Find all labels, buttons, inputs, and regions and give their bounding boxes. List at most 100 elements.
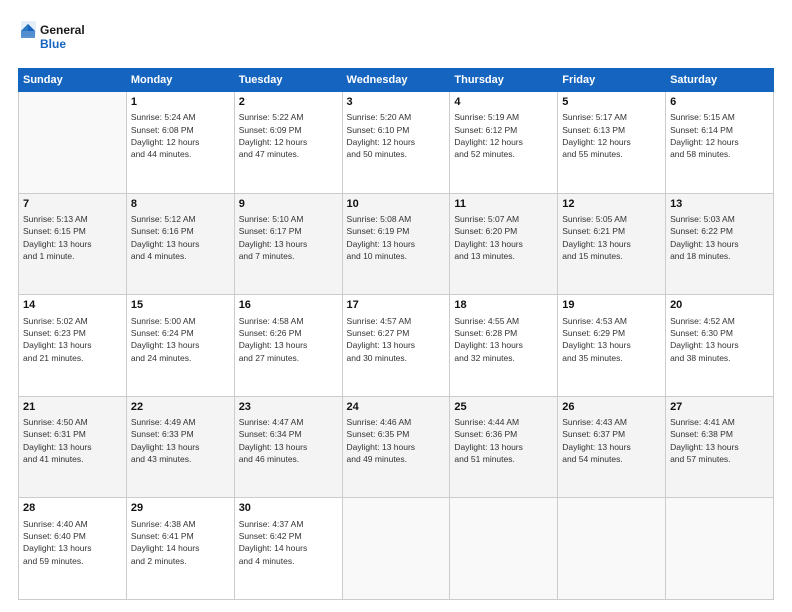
day-number: 10 bbox=[347, 197, 446, 212]
calendar-day-cell: 19Sunrise: 4:53 AM Sunset: 6:29 PM Dayli… bbox=[558, 295, 666, 397]
day-info: Sunrise: 5:07 AM Sunset: 6:20 PM Dayligh… bbox=[454, 213, 553, 262]
day-number: 29 bbox=[131, 501, 230, 516]
calendar-day-cell: 30 Sunrise: 4:37 AM Sunset: 6:42 PM Dayli… bbox=[234, 498, 342, 600]
day-number: 2 bbox=[239, 95, 338, 110]
calendar-day-cell bbox=[19, 92, 127, 194]
calendar-day-cell: 28 Sunrise: 4:40 AM Sunset: 6:40 PM Dayli… bbox=[19, 498, 127, 600]
calendar-day-cell: 2Sunrise: 5:22 AM Sunset: 6:09 PM Daylig… bbox=[234, 92, 342, 194]
day-info: Sunrise: 4:55 AM Sunset: 6:28 PM Dayligh… bbox=[454, 315, 553, 364]
day-info: Sunrise: 5:22 AM Sunset: 6:09 PM Dayligh… bbox=[239, 111, 338, 160]
day-number: 24 bbox=[347, 400, 446, 415]
weekday-header-cell: Sunday bbox=[19, 69, 127, 92]
calendar-day-cell: 12Sunrise: 5:05 AM Sunset: 6:21 PM Dayli… bbox=[558, 193, 666, 295]
weekday-header-cell: Tuesday bbox=[234, 69, 342, 92]
day-info: Sunrise: 4:47 AM Sunset: 6:34 PM Dayligh… bbox=[239, 416, 338, 465]
day-number: 3 bbox=[347, 95, 446, 110]
day-number: 1 bbox=[131, 95, 230, 110]
day-info: Sunrise: 5:05 AM Sunset: 6:21 PM Dayligh… bbox=[562, 213, 661, 262]
calendar-day-cell bbox=[450, 498, 558, 600]
logo: General Blue bbox=[18, 18, 98, 58]
calendar-day-cell: 18 Sunrise: 4:55 AM Sunset: 6:28 PM Dayli… bbox=[450, 295, 558, 397]
day-number: 28 bbox=[23, 501, 122, 516]
day-number: 22 bbox=[131, 400, 230, 415]
day-info: Sunrise: 4:50 AM Sunset: 6:31 PM Dayligh… bbox=[23, 416, 122, 465]
calendar-day-cell: 24Sunrise: 4:46 AM Sunset: 6:35 PM Dayli… bbox=[342, 396, 450, 498]
day-info: Sunrise: 4:37 AM Sunset: 6:42 PM Dayligh… bbox=[239, 518, 338, 567]
day-number: 21 bbox=[23, 400, 122, 415]
weekday-header-cell: Monday bbox=[126, 69, 234, 92]
day-info: Sunrise: 5:20 AM Sunset: 6:10 PM Dayligh… bbox=[347, 111, 446, 160]
day-number: 20 bbox=[670, 298, 769, 313]
day-info: Sunrise: 5:00 AM Sunset: 6:24 PM Dayligh… bbox=[131, 315, 230, 364]
day-info: Sunrise: 5:12 AM Sunset: 6:16 PM Dayligh… bbox=[131, 213, 230, 262]
weekday-header-cell: Saturday bbox=[666, 69, 774, 92]
day-info: Sunrise: 4:44 AM Sunset: 6:36 PM Dayligh… bbox=[454, 416, 553, 465]
calendar-day-cell: 4Sunrise: 5:19 AM Sunset: 6:12 PM Daylig… bbox=[450, 92, 558, 194]
day-number: 6 bbox=[670, 95, 769, 110]
calendar-week-row: 21Sunrise: 4:50 AM Sunset: 6:31 PM Dayli… bbox=[19, 396, 774, 498]
day-number: 13 bbox=[670, 197, 769, 212]
day-info: Sunrise: 5:24 AM Sunset: 6:08 PM Dayligh… bbox=[131, 111, 230, 160]
day-info: Sunrise: 4:57 AM Sunset: 6:27 PM Dayligh… bbox=[347, 315, 446, 364]
calendar-day-cell: 6Sunrise: 5:15 AM Sunset: 6:14 PM Daylig… bbox=[666, 92, 774, 194]
calendar-day-cell: 3Sunrise: 5:20 AM Sunset: 6:10 PM Daylig… bbox=[342, 92, 450, 194]
day-number: 15 bbox=[131, 298, 230, 313]
calendar-day-cell: 8Sunrise: 5:12 AM Sunset: 6:16 PM Daylig… bbox=[126, 193, 234, 295]
page-header: General Blue bbox=[18, 18, 774, 58]
day-info: Sunrise: 5:08 AM Sunset: 6:19 PM Dayligh… bbox=[347, 213, 446, 262]
day-number: 5 bbox=[562, 95, 661, 110]
day-info: Sunrise: 4:58 AM Sunset: 6:26 PM Dayligh… bbox=[239, 315, 338, 364]
day-info: Sunrise: 4:41 AM Sunset: 6:38 PM Dayligh… bbox=[670, 416, 769, 465]
calendar-week-row: 7Sunrise: 5:13 AM Sunset: 6:15 PM Daylig… bbox=[19, 193, 774, 295]
day-info: Sunrise: 5:15 AM Sunset: 6:14 PM Dayligh… bbox=[670, 111, 769, 160]
day-info: Sunrise: 5:10 AM Sunset: 6:17 PM Dayligh… bbox=[239, 213, 338, 262]
day-info: Sunrise: 4:38 AM Sunset: 6:41 PM Dayligh… bbox=[131, 518, 230, 567]
day-info: Sunrise: 5:02 AM Sunset: 6:23 PM Dayligh… bbox=[23, 315, 122, 364]
calendar-day-cell: 15 Sunrise: 5:00 AM Sunset: 6:24 PM Dayli… bbox=[126, 295, 234, 397]
calendar-day-cell bbox=[666, 498, 774, 600]
calendar-day-cell: 21Sunrise: 4:50 AM Sunset: 6:31 PM Dayli… bbox=[19, 396, 127, 498]
day-number: 8 bbox=[131, 197, 230, 212]
calendar-day-cell: 26Sunrise: 4:43 AM Sunset: 6:37 PM Dayli… bbox=[558, 396, 666, 498]
calendar-day-cell bbox=[558, 498, 666, 600]
day-number: 25 bbox=[454, 400, 553, 415]
calendar-week-row: 1Sunrise: 5:24 AM Sunset: 6:08 PM Daylig… bbox=[19, 92, 774, 194]
day-number: 18 bbox=[454, 298, 553, 313]
calendar-day-cell: 17 Sunrise: 4:57 AM Sunset: 6:27 PM Dayli… bbox=[342, 295, 450, 397]
day-info: Sunrise: 4:40 AM Sunset: 6:40 PM Dayligh… bbox=[23, 518, 122, 567]
calendar-day-cell: 5Sunrise: 5:17 AM Sunset: 6:13 PM Daylig… bbox=[558, 92, 666, 194]
day-number: 14 bbox=[23, 298, 122, 313]
calendar-table: SundayMondayTuesdayWednesdayThursdayFrid… bbox=[18, 68, 774, 600]
calendar-day-cell: 25Sunrise: 4:44 AM Sunset: 6:36 PM Dayli… bbox=[450, 396, 558, 498]
calendar-day-cell: 10Sunrise: 5:08 AM Sunset: 6:19 PM Dayli… bbox=[342, 193, 450, 295]
calendar-day-cell: 11Sunrise: 5:07 AM Sunset: 6:20 PM Dayli… bbox=[450, 193, 558, 295]
weekday-header-cell: Thursday bbox=[450, 69, 558, 92]
calendar-day-cell: 23Sunrise: 4:47 AM Sunset: 6:34 PM Dayli… bbox=[234, 396, 342, 498]
weekday-header-row: SundayMondayTuesdayWednesdayThursdayFrid… bbox=[19, 69, 774, 92]
svg-text:Blue: Blue bbox=[40, 37, 66, 51]
calendar-body: 1Sunrise: 5:24 AM Sunset: 6:08 PM Daylig… bbox=[19, 92, 774, 600]
day-number: 9 bbox=[239, 197, 338, 212]
calendar-day-cell: 20 Sunrise: 4:52 AM Sunset: 6:30 PM Dayli… bbox=[666, 295, 774, 397]
day-info: Sunrise: 4:52 AM Sunset: 6:30 PM Dayligh… bbox=[670, 315, 769, 364]
svg-text:General: General bbox=[40, 23, 85, 37]
day-number: 30 bbox=[239, 501, 338, 516]
calendar-day-cell: 22Sunrise: 4:49 AM Sunset: 6:33 PM Dayli… bbox=[126, 396, 234, 498]
calendar-day-cell bbox=[342, 498, 450, 600]
day-info: Sunrise: 4:53 AM Sunset: 6:29 PM Dayligh… bbox=[562, 315, 661, 364]
calendar-day-cell: 27Sunrise: 4:41 AM Sunset: 6:38 PM Dayli… bbox=[666, 396, 774, 498]
day-info: Sunrise: 5:19 AM Sunset: 6:12 PM Dayligh… bbox=[454, 111, 553, 160]
calendar-week-row: 28 Sunrise: 4:40 AM Sunset: 6:40 PM Dayli… bbox=[19, 498, 774, 600]
day-number: 27 bbox=[670, 400, 769, 415]
weekday-header-cell: Friday bbox=[558, 69, 666, 92]
day-info: Sunrise: 4:49 AM Sunset: 6:33 PM Dayligh… bbox=[131, 416, 230, 465]
day-number: 4 bbox=[454, 95, 553, 110]
day-number: 11 bbox=[454, 197, 553, 212]
day-number: 17 bbox=[347, 298, 446, 313]
day-number: 16 bbox=[239, 298, 338, 313]
calendar-day-cell: 7Sunrise: 5:13 AM Sunset: 6:15 PM Daylig… bbox=[19, 193, 127, 295]
calendar-week-row: 14 Sunrise: 5:02 AM Sunset: 6:23 PM Dayli… bbox=[19, 295, 774, 397]
calendar-day-cell: 29 Sunrise: 4:38 AM Sunset: 6:41 PM Dayli… bbox=[126, 498, 234, 600]
day-number: 23 bbox=[239, 400, 338, 415]
day-info: Sunrise: 4:46 AM Sunset: 6:35 PM Dayligh… bbox=[347, 416, 446, 465]
